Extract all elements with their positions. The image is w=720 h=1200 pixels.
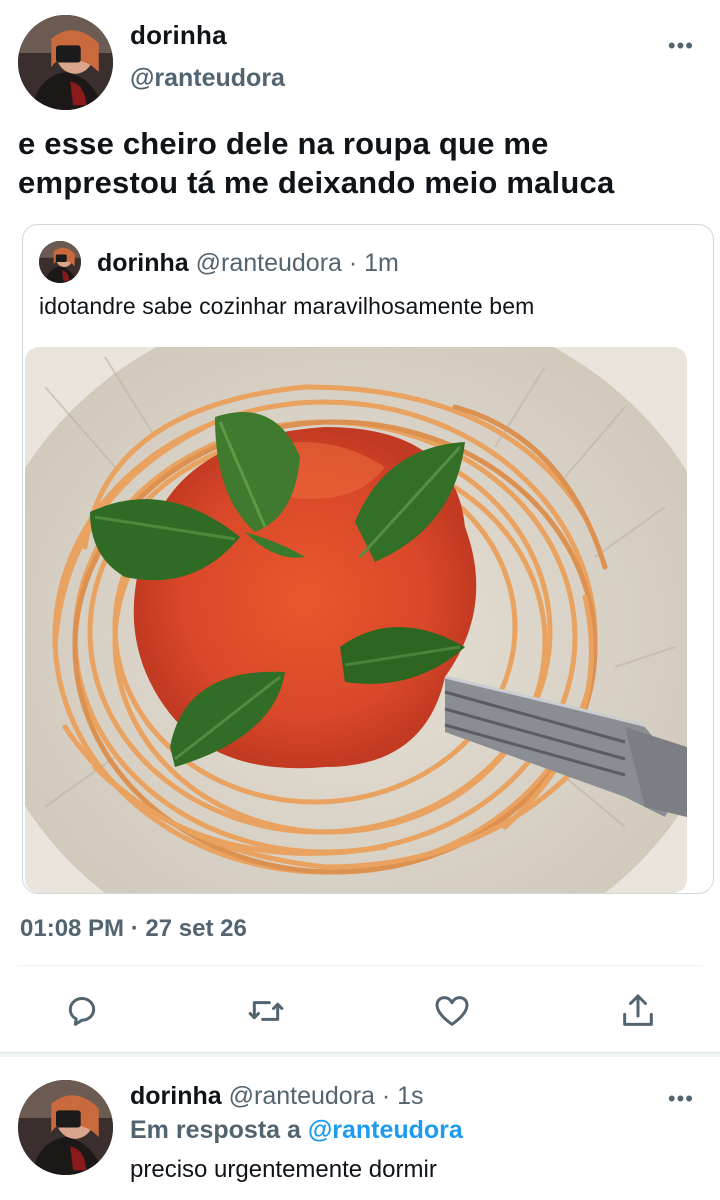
reply-text: preciso urgentemente dormir	[130, 1156, 437, 1183]
reply-author-name[interactable]: dorinha	[130, 1082, 222, 1110]
quoted-author-avatar	[39, 241, 81, 283]
thread-separator	[0, 1052, 720, 1057]
reply-more-horizontal-icon[interactable]: •••	[668, 1088, 694, 1110]
replying-to: Em resposta a @ranteudora	[130, 1116, 463, 1145]
replying-to-mention[interactable]: @ranteudora	[308, 1116, 463, 1144]
quoted-author-handle: @ranteudora	[195, 249, 342, 277]
reply-header: dorinha @ranteudora · 1s	[130, 1082, 424, 1111]
more-horizontal-icon[interactable]: •••	[668, 35, 694, 57]
reply-author-handle[interactable]: @ranteudora	[229, 1082, 375, 1110]
reply-separator: ·	[374, 1082, 398, 1110]
quoted-image[interactable]	[25, 347, 687, 893]
quoted-tweet[interactable]: dorinha @ranteudora · 1m idotandre sabe …	[22, 224, 714, 894]
quoted-author-name: dorinha	[97, 249, 189, 277]
author-avatar[interactable]	[18, 15, 113, 110]
replying-to-prefix: Em resposta a	[130, 1116, 308, 1144]
quoted-time: 1m	[364, 249, 399, 277]
quoted-header: dorinha @ranteudora · 1m	[97, 249, 399, 278]
retweet-icon[interactable]	[246, 991, 286, 1031]
reply-icon[interactable]	[62, 991, 102, 1031]
author-handle[interactable]: @ranteudora	[130, 64, 285, 93]
quoted-separator: ·	[341, 249, 365, 277]
share-icon[interactable]	[618, 991, 658, 1031]
divider	[18, 965, 702, 966]
quoted-text: idotandre sabe cozinhar maravilhosamente…	[39, 293, 535, 319]
reply-time[interactable]: 1s	[397, 1082, 423, 1110]
tweet-text: e esse cheiro dele na roupa que me empre…	[18, 126, 615, 200]
like-icon[interactable]	[432, 991, 472, 1031]
tweet-timestamp[interactable]: 01:08 PM · 27 set 26	[20, 915, 247, 943]
reply-author-avatar[interactable]	[18, 1080, 113, 1175]
tweet-actions	[0, 985, 720, 1039]
author-name[interactable]: dorinha	[130, 20, 227, 51]
